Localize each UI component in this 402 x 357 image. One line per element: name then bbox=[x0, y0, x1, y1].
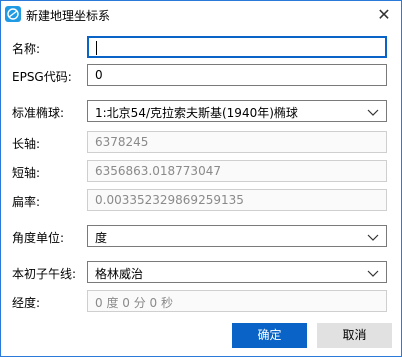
flattening-input: 0.003352329869259135 bbox=[87, 189, 387, 211]
longitude-input: 0 度 0 分 0 秒 bbox=[87, 290, 387, 312]
close-icon: ✕ bbox=[377, 5, 391, 24]
longitude-label: 经度: bbox=[12, 296, 41, 310]
angle-unit-label: 角度单位: bbox=[12, 231, 65, 245]
angle-unit-value: 度 bbox=[95, 231, 108, 245]
ellipsoid-value: 1:北京54/克拉索夫斯基(1940年)椭球 bbox=[95, 106, 298, 120]
epsg-input[interactable]: 0 bbox=[87, 64, 387, 86]
text-caret bbox=[96, 41, 97, 55]
name-label: 名称: bbox=[12, 42, 41, 56]
epsg-value: 0 bbox=[95, 68, 103, 82]
chevron-down-icon bbox=[367, 109, 379, 116]
angle-unit-select[interactable]: 度 bbox=[87, 225, 387, 247]
semi-minor-label: 短轴: bbox=[12, 166, 41, 180]
title-bar: 新建地理坐标系 ✕ bbox=[1, 1, 401, 29]
semi-major-label: 长轴: bbox=[12, 137, 41, 151]
prime-meridian-value: 格林威治 bbox=[95, 267, 144, 281]
semi-minor-input: 6356863.018773047 bbox=[87, 160, 387, 182]
semi-minor-value: 6356863.018773047 bbox=[95, 164, 221, 178]
ok-button[interactable]: 确定 bbox=[232, 323, 307, 348]
semi-major-input: 6378245 bbox=[87, 131, 387, 153]
app-globe-icon bbox=[5, 6, 21, 22]
prime-meridian-label: 本初子午线: bbox=[12, 267, 77, 281]
name-input[interactable] bbox=[87, 36, 387, 58]
epsg-label: EPSG代码: bbox=[12, 70, 72, 84]
flattening-label: 扁率: bbox=[12, 195, 41, 209]
close-button[interactable]: ✕ bbox=[373, 4, 395, 26]
chevron-down-icon bbox=[367, 270, 379, 277]
longitude-value: 0 度 0 分 0 秒 bbox=[95, 296, 173, 310]
window-title: 新建地理坐标系 bbox=[26, 9, 111, 23]
ellipsoid-label: 标准椭球: bbox=[12, 106, 65, 120]
prime-meridian-select[interactable]: 格林威治 bbox=[87, 261, 387, 283]
cancel-button[interactable]: 取消 bbox=[317, 323, 392, 348]
dialog-window: 新建地理坐标系 ✕ 名称: EPSG代码: 0 标准椭球: 1:北京54/克拉索… bbox=[0, 0, 402, 357]
flattening-value: 0.003352329869259135 bbox=[95, 193, 244, 207]
semi-major-value: 6378245 bbox=[95, 135, 149, 149]
ellipsoid-select[interactable]: 1:北京54/克拉索夫斯基(1940年)椭球 bbox=[87, 100, 387, 122]
chevron-down-icon bbox=[367, 234, 379, 241]
